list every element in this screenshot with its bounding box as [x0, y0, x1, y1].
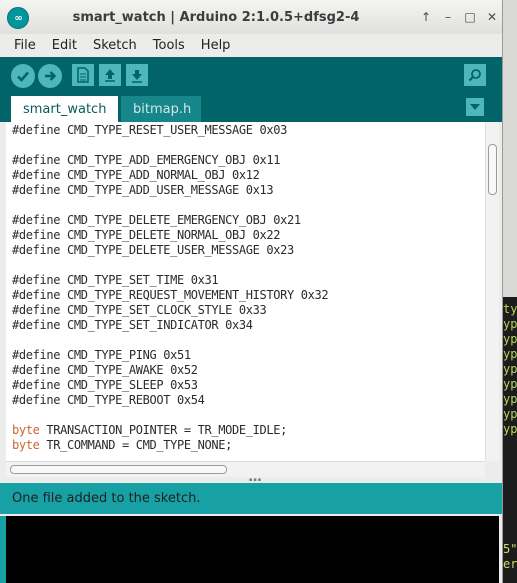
code-text: TR_COMMAND = CMD_TYPE_NONE;: [39, 438, 232, 452]
open-sketch-button[interactable]: [99, 64, 121, 86]
verify-button[interactable]: [11, 64, 35, 88]
upload-button[interactable]: [38, 64, 62, 88]
menu-edit[interactable]: Edit: [44, 34, 85, 57]
code-line[interactable]: #define CMD_TYPE_SET_TIME 0x31: [6, 273, 485, 288]
code-line[interactable]: #define CMD_TYPE_DELETE_USER_MESSAGE 0x2…: [6, 243, 485, 258]
menu-help[interactable]: Help: [193, 34, 239, 57]
right-arrow-icon: [45, 71, 57, 81]
save-sketch-button[interactable]: [126, 64, 148, 86]
code-text: #define CMD_TYPE_RESET_USER_MESSAGE 0x03: [12, 123, 287, 137]
code-text: #define CMD_TYPE_DELETE_NORMAL_OBJ 0x22: [12, 228, 281, 242]
code-line[interactable]: #define CMD_TYPE_ADD_EMERGENCY_OBJ 0x11: [6, 153, 485, 168]
code-line[interactable]: #define CMD_TYPE_SET_CLOCK_STYLE 0x33: [6, 303, 485, 318]
menu-sketch[interactable]: Sketch: [85, 34, 145, 57]
code-line[interactable]: byte TRANSACTION_POINTER = TR_MODE_IDLE;: [6, 423, 485, 438]
code-line[interactable]: #define CMD_TYPE_REQUEST_MOVEMENT_HISTOR…: [6, 288, 485, 303]
code-line[interactable]: #define CMD_TYPE_DELETE_NORMAL_OBJ 0x22: [6, 228, 485, 243]
menu-tools[interactable]: Tools: [145, 34, 193, 57]
code-text: #define CMD_TYPE_SET_INDICATOR 0x34: [12, 318, 253, 332]
code-line[interactable]: byte TR_COMMAND = CMD_TYPE_NONE;: [6, 438, 485, 453]
always-on-top-button[interactable]: ↑: [418, 6, 434, 28]
code-line[interactable]: #define CMD_TYPE_ADD_NORMAL_OBJ 0x12: [6, 168, 485, 183]
code-text: TRANSACTION_POINTER = TR_MODE_IDLE;: [39, 423, 287, 437]
dropdown-triangle-icon: [470, 104, 480, 110]
minimize-button[interactable]: –: [440, 6, 456, 28]
window-title: smart_watch | Arduino 2:1.0.5+dfsg2-4: [72, 10, 360, 25]
code-line[interactable]: #define CMD_TYPE_SET_INDICATOR 0x34: [6, 318, 485, 333]
code-text: #define CMD_TYPE_DELETE_USER_MESSAGE 0x2…: [12, 243, 294, 257]
code-text: #define CMD_TYPE_DELETE_EMERGENCY_OBJ 0x…: [12, 213, 301, 227]
tab-menu-button[interactable]: [466, 98, 484, 116]
code-line[interactable]: [6, 333, 485, 348]
code-line[interactable]: #define CMD_TYPE_SLEEP 0x53: [6, 378, 485, 393]
arduino-ide-window: ∞ smart_watch | Arduino 2:1.0.5+dfsg2-4 …: [0, 0, 503, 583]
horizontal-scroll-thumb[interactable]: [10, 465, 227, 474]
code-text: #define CMD_TYPE_ADD_NORMAL_OBJ 0x12: [12, 168, 260, 182]
code-line[interactable]: #define CMD_TYPE_RESET_USER_MESSAGE 0x03: [6, 123, 485, 138]
open-up-arrow-icon: [105, 69, 115, 82]
toolbar: [0, 57, 502, 93]
code-text: #define CMD_TYPE_SLEEP 0x53: [12, 378, 198, 392]
code-text: #define CMD_TYPE_AWAKE 0x52: [12, 363, 198, 377]
magnifier-icon: [468, 69, 481, 82]
new-sketch-button[interactable]: [72, 64, 94, 86]
code-line[interactable]: #define CMD_TYPE_DELETE_EMERGENCY_OBJ 0x…: [6, 213, 485, 228]
code-text: #define CMD_TYPE_SET_TIME 0x31: [12, 273, 219, 287]
vertical-scroll-thumb[interactable]: [488, 144, 497, 195]
tab-bar: smart_watch bitmap.h: [0, 93, 502, 122]
divider-grip-icon: ▪▪▪: [249, 477, 263, 483]
maximize-button[interactable]: □: [462, 6, 478, 28]
code-text: #define CMD_TYPE_REQUEST_MOVEMENT_HISTOR…: [12, 288, 329, 302]
code-line[interactable]: #define CMD_TYPE_AWAKE 0x52: [6, 363, 485, 378]
code-text: #define CMD_TYPE_ADD_EMERGENCY_OBJ 0x11: [12, 153, 281, 167]
tab-smart-watch[interactable]: smart_watch: [11, 96, 118, 122]
status-bar: One file added to the sketch.: [0, 483, 502, 514]
title-bar[interactable]: ∞ smart_watch | Arduino 2:1.0.5+dfsg2-4 …: [0, 0, 502, 35]
console-output[interactable]: [6, 516, 499, 583]
code-line[interactable]: [6, 408, 485, 423]
editor-horizontal-scrollbar[interactable]: [6, 461, 485, 477]
serial-monitor-button[interactable]: [464, 64, 486, 86]
new-file-icon: [77, 67, 89, 83]
code-editor[interactable]: #define CMD_TYPE_RESET_USER_MESSAGE 0x03…: [6, 122, 485, 461]
window-controls: ↑ – □ ✕: [405, 6, 502, 30]
save-down-arrow-icon: [132, 70, 142, 83]
menu-bar: File Edit Sketch Tools Help: [0, 34, 502, 57]
code-line[interactable]: [6, 138, 485, 153]
code-text: #define CMD_TYPE_SET_CLOCK_STYLE 0x33: [12, 303, 267, 317]
arduino-logo-icon: ∞: [7, 7, 29, 29]
tab-bitmap-h[interactable]: bitmap.h: [121, 96, 201, 122]
close-button[interactable]: ✕: [484, 6, 500, 28]
code-keyword: byte: [12, 438, 40, 452]
checkmark-icon: [17, 71, 29, 82]
code-line[interactable]: [6, 198, 485, 213]
status-message: One file added to the sketch.: [12, 491, 201, 506]
code-text: #define CMD_TYPE_PING 0x51: [12, 348, 191, 362]
code-keyword: byte: [12, 423, 40, 437]
editor-vertical-scrollbar[interactable]: [485, 122, 499, 461]
code-line[interactable]: #define CMD_TYPE_REBOOT 0x54: [6, 393, 485, 408]
code-line[interactable]: #define CMD_TYPE_PING 0x51: [6, 348, 485, 363]
code-text: #define CMD_TYPE_REBOOT 0x54: [12, 393, 205, 407]
code-text: #define CMD_TYPE_ADD_USER_MESSAGE 0x13: [12, 183, 274, 197]
code-line[interactable]: #define CMD_TYPE_ADD_USER_MESSAGE 0x13: [6, 183, 485, 198]
code-line[interactable]: [6, 258, 485, 273]
menu-file[interactable]: File: [6, 34, 44, 57]
